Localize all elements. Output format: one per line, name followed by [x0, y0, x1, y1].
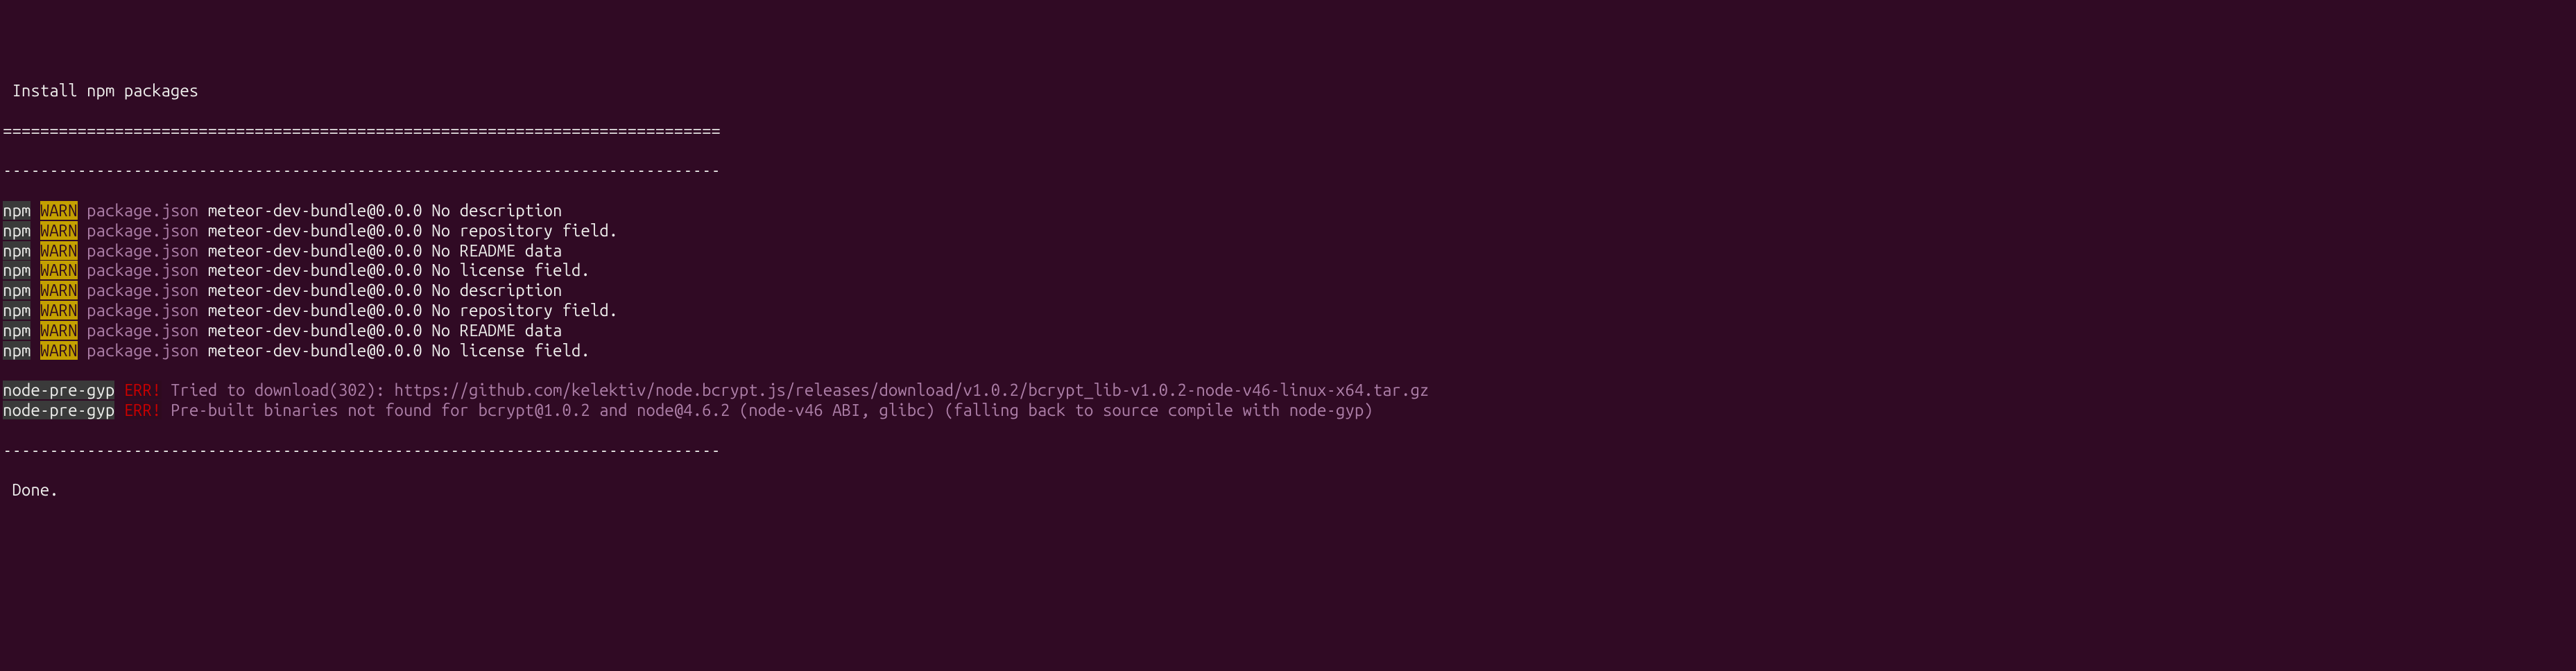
node-pre-gyp-err-line: node-pre-gyp ERR! Pre-built binaries not… [3, 401, 2573, 421]
npm-prefix: npm [3, 301, 31, 320]
node-pre-gyp-err-line: node-pre-gyp ERR! Tried to download(302)… [3, 381, 2573, 401]
npm-prefix: npm [3, 241, 31, 260]
warn-badge: WARN [40, 241, 78, 260]
npm-prefix: npm [3, 321, 31, 340]
warn-message: meteor-dev-bundle@0.0.0 No license field… [198, 341, 590, 360]
warn-badge: WARN [40, 261, 78, 279]
divider-equals: ========================================… [3, 121, 2573, 141]
warn-badge: WARN [40, 321, 78, 340]
npm-prefix: npm [3, 261, 31, 279]
err-message: Pre-built binaries not found for bcrypt@… [162, 401, 1383, 419]
warn-message: meteor-dev-bundle@0.0.0 No license field… [198, 261, 590, 279]
done-text: Done. [3, 480, 2573, 500]
package-json-label: package.json [87, 241, 198, 260]
package-json-label: package.json [87, 201, 198, 220]
warn-message: meteor-dev-bundle@0.0.0 No description [198, 281, 562, 299]
err-lines-container: node-pre-gyp ERR! Tried to download(302)… [3, 381, 2573, 421]
npm-warn-line: npm WARN package.json meteor-dev-bundle@… [3, 281, 2573, 301]
npm-warn-line: npm WARN package.json meteor-dev-bundle@… [3, 261, 2573, 281]
warn-message: meteor-dev-bundle@0.0.0 No README data [198, 321, 562, 340]
npm-warn-line: npm WARN package.json meteor-dev-bundle@… [3, 241, 2573, 261]
npm-warn-line: npm WARN package.json meteor-dev-bundle@… [3, 341, 2573, 361]
package-json-label: package.json [87, 281, 198, 299]
warn-lines-container: npm WARN package.json meteor-dev-bundle@… [3, 201, 2573, 360]
warn-message: meteor-dev-bundle@0.0.0 No repository fi… [198, 301, 618, 320]
err-badge: ERR! [124, 401, 162, 419]
package-json-label: package.json [87, 221, 198, 240]
warn-badge: WARN [40, 201, 78, 220]
npm-warn-line: npm WARN package.json meteor-dev-bundle@… [3, 201, 2573, 221]
npm-prefix: npm [3, 221, 31, 240]
npm-warn-line: npm WARN package.json meteor-dev-bundle@… [3, 321, 2573, 341]
err-message: Tried to download(302): https://github.c… [162, 381, 1439, 399]
node-pre-gyp-prefix: node-pre-gyp [3, 381, 114, 399]
warn-badge: WARN [40, 221, 78, 240]
npm-prefix: npm [3, 281, 31, 299]
err-badge: ERR! [124, 381, 162, 399]
divider-dash-top: ----------------------------------------… [3, 161, 2573, 181]
warn-message: meteor-dev-bundle@0.0.0 No README data [198, 241, 562, 260]
npm-prefix: npm [3, 341, 31, 360]
warn-message: meteor-dev-bundle@0.0.0 No repository fi… [198, 221, 618, 240]
section-title: Install npm packages [3, 81, 2573, 101]
package-json-label: package.json [87, 321, 198, 340]
warn-message: meteor-dev-bundle@0.0.0 No description [198, 201, 562, 220]
package-json-label: package.json [87, 261, 198, 279]
package-json-label: package.json [87, 301, 198, 320]
warn-badge: WARN [40, 341, 78, 360]
warn-badge: WARN [40, 281, 78, 299]
package-json-label: package.json [87, 341, 198, 360]
warn-badge: WARN [40, 301, 78, 320]
npm-prefix: npm [3, 201, 31, 220]
npm-warn-line: npm WARN package.json meteor-dev-bundle@… [3, 301, 2573, 321]
node-pre-gyp-prefix: node-pre-gyp [3, 401, 114, 419]
npm-warn-line: npm WARN package.json meteor-dev-bundle@… [3, 221, 2573, 241]
divider-dash-bottom: ----------------------------------------… [3, 441, 2573, 461]
